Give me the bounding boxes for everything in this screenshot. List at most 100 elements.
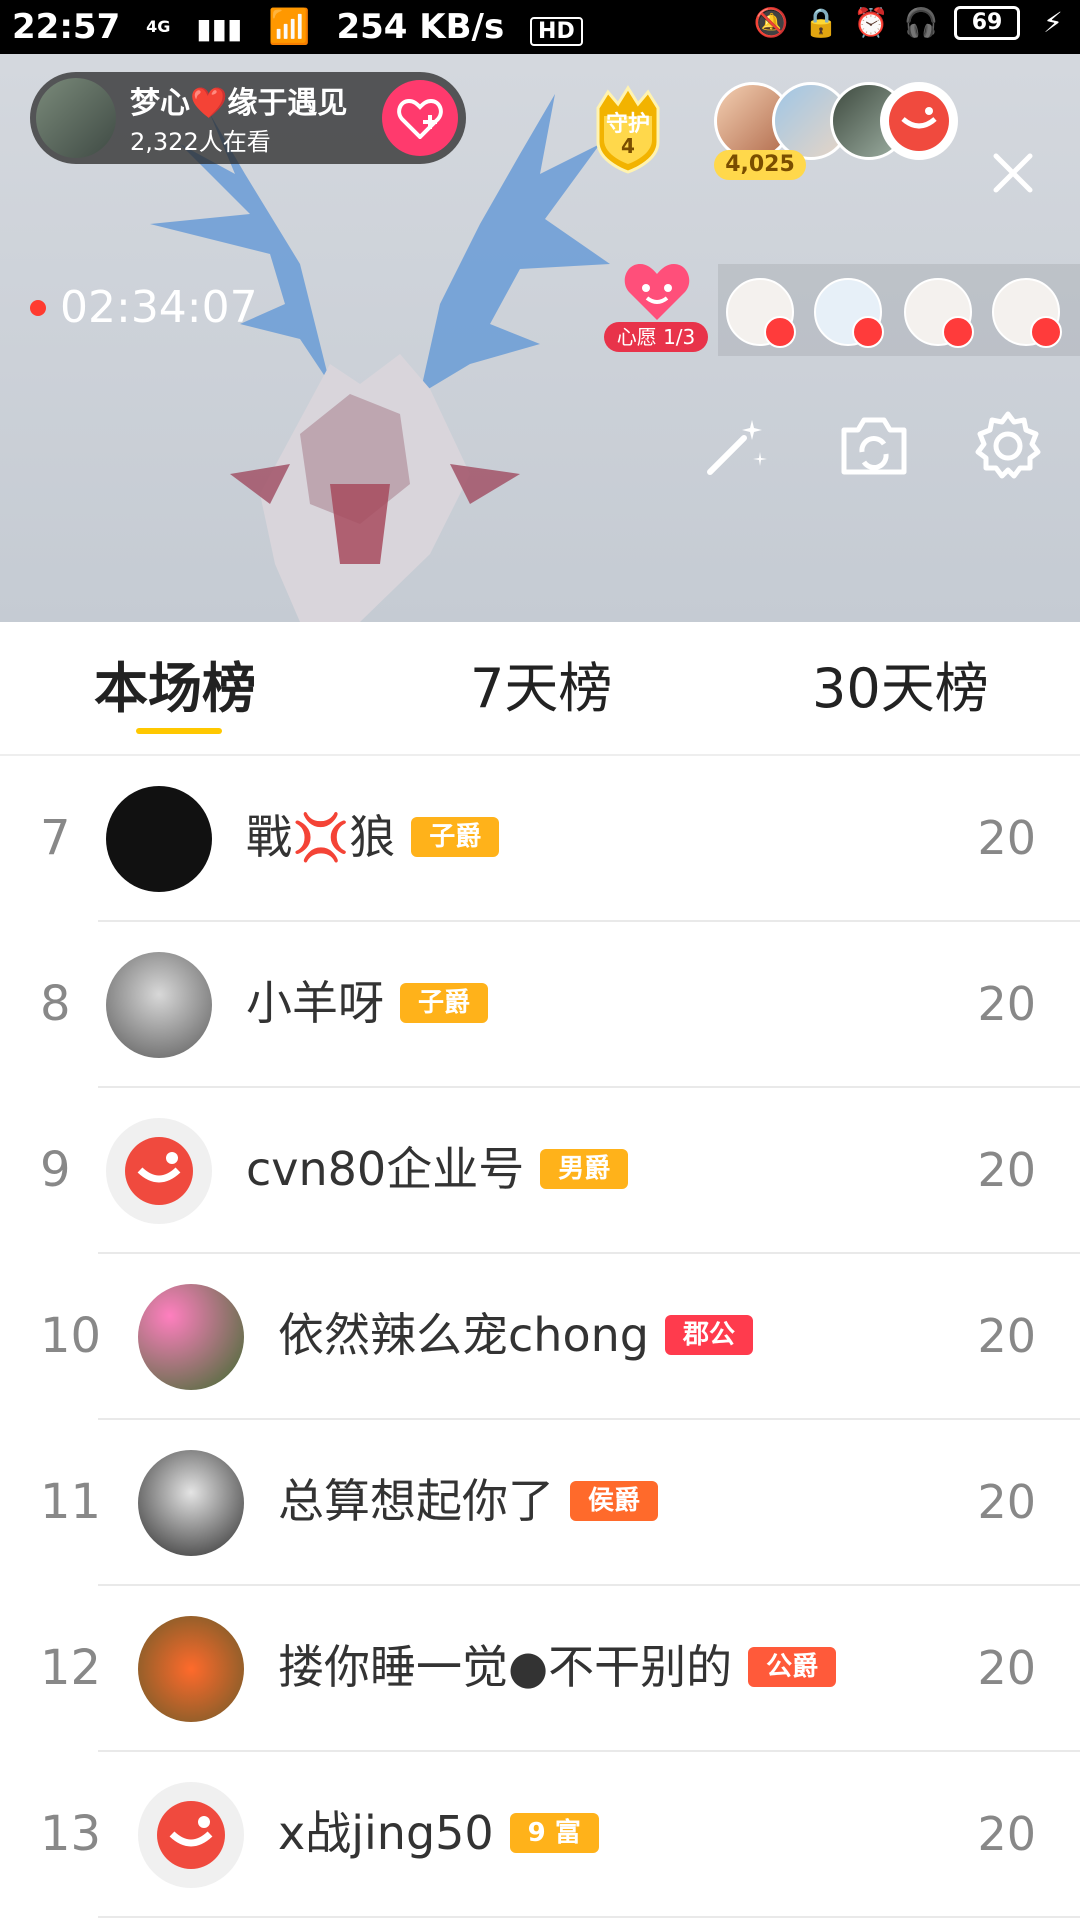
host-info-pill[interactable]: 梦心❤️缘于遇见 2,322人在看 (30, 72, 466, 164)
user-name: 戰💢狼 子爵 (246, 804, 500, 870)
wish-widget[interactable]: 心愿 1/3 (604, 260, 708, 354)
live-timer: 02:34:07 (30, 282, 258, 333)
recording-dot-icon (30, 299, 46, 316)
score: 20 (977, 1309, 1036, 1363)
guest-seats[interactable] (718, 264, 1080, 356)
rank-badge: 9 富 (509, 1813, 599, 1853)
user-name: x战jing50 9 富 (278, 1800, 599, 1866)
user-name-text: 小羊呀 (246, 976, 384, 1030)
live-stream-view[interactable]: 梦心❤️缘于遇见 2,322人在看 守护 4 4,025 02:34:07 心愿… (0, 54, 1080, 622)
user-name: 依然辣么宠chong 郡公 (278, 1302, 753, 1368)
tab-30-days[interactable]: 30天榜 (812, 644, 989, 723)
net-speed: 254 KB/s (336, 7, 505, 47)
rank-number: 11 (40, 1474, 102, 1530)
avatar[interactable] (138, 1782, 244, 1888)
ranking-tabs: 本场榜 7天榜 30天榜 (0, 622, 1080, 756)
user-name-text: 依然辣么宠chong (278, 1308, 649, 1362)
tab-this-session[interactable]: 本场榜 (94, 644, 256, 723)
list-item[interactable]: 10 依然辣么宠chong 郡公 20 (0, 1254, 1080, 1420)
list-item[interactable]: 12 搂你睡一觉●不干别的 公爵 20 (0, 1586, 1080, 1752)
guest-seat[interactable] (726, 278, 796, 348)
weibo-logo-icon (157, 1801, 225, 1869)
status-right: 🔕 🔒 ⏰ 🎧 69 ⚡ (754, 6, 1070, 40)
user-name-text: 搂你睡一觉●不干别的 (278, 1640, 733, 1694)
alarm-icon: ⏰ (853, 6, 889, 39)
viewer-count: 2,322人在看 (130, 128, 271, 156)
avatar[interactable] (138, 1616, 244, 1722)
host-avatar[interactable] (36, 78, 116, 158)
charging-icon: ⚡ (1043, 6, 1063, 39)
guest-seat[interactable] (904, 278, 974, 348)
list-item[interactable]: 11 总算想起你了 侯爵 20 (0, 1420, 1080, 1586)
status-left: 22:57 4G ▮▮▮ 📶 254 KB/s HD (12, 8, 597, 51)
guest-seat[interactable] (992, 278, 1062, 348)
rank-number: 8 (40, 976, 71, 1032)
timer-text: 02:34:07 (60, 282, 258, 333)
list-item[interactable]: 9 cvn80企业号 男爵 20 (0, 1088, 1080, 1254)
status-time: 22:57 (12, 7, 121, 47)
top-viewer-avatar[interactable] (880, 82, 958, 160)
smiling-heart-icon (624, 264, 690, 320)
rank-number: 9 (40, 1142, 71, 1198)
rank-number: 13 (40, 1806, 102, 1862)
hd-icon: HD (530, 17, 583, 46)
user-name: 搂你睡一觉●不干别的 公爵 (278, 1634, 837, 1700)
seat-icon (852, 316, 884, 348)
avatar[interactable] (138, 1284, 244, 1390)
top-viewers[interactable]: 4,025 (714, 78, 958, 180)
list-item[interactable]: 8 小羊呀 子爵 20 (0, 922, 1080, 1088)
seat-icon (1030, 316, 1062, 348)
divider (98, 1916, 1080, 1918)
magic-wand-icon[interactable] (696, 408, 772, 484)
user-name: 小羊呀 子爵 (246, 970, 489, 1036)
tab-indicator (136, 728, 222, 734)
rank-badge: 子爵 (411, 817, 500, 857)
list-item[interactable]: 7 戰💢狼 子爵 20 (0, 756, 1080, 922)
avatar[interactable] (106, 952, 212, 1058)
score: 20 (977, 1641, 1036, 1695)
user-name: 总算想起你了 侯爵 (278, 1468, 659, 1534)
guest-seat[interactable] (814, 278, 884, 348)
list-item[interactable]: 13 x战jing50 9 富 20 (0, 1752, 1080, 1918)
score: 20 (977, 1807, 1036, 1861)
camera-switch-icon[interactable] (836, 408, 912, 484)
rank-badge: 子爵 (400, 983, 489, 1023)
wifi-icon: 📶 (268, 7, 311, 47)
gear-icon[interactable] (970, 408, 1046, 484)
seat-icon (764, 316, 796, 348)
rank-number: 10 (40, 1308, 102, 1364)
heart-plus-icon (397, 98, 443, 139)
rank-number: 12 (40, 1640, 102, 1696)
ranking-list: 7 戰💢狼 子爵 20 8 小羊呀 子爵 20 9 cvn80企业号 男爵 20… (0, 756, 1080, 1920)
coin-count: 4,025 (714, 150, 806, 180)
user-name: cvn80企业号 男爵 (246, 1136, 629, 1202)
signal-icon: ▮▮▮ (196, 12, 243, 45)
avatar[interactable] (138, 1450, 244, 1556)
battery-icon: 69 (954, 6, 1020, 40)
rank-badge: 男爵 (540, 1149, 629, 1189)
weibo-logo-icon (125, 1137, 193, 1205)
user-name-text: 戰💢狼 (246, 810, 396, 864)
wish-progress: 心愿 1/3 (604, 322, 708, 352)
live-room-screen: 22:57 4G ▮▮▮ 📶 254 KB/s HD 🔕 🔒 ⏰ 🎧 69 ⚡ (0, 0, 1080, 1920)
avatar[interactable] (106, 1118, 212, 1224)
score: 20 (977, 977, 1036, 1031)
seat-icon (942, 316, 974, 348)
host-name: 梦心❤️缘于遇见 (130, 86, 348, 121)
guard-badge[interactable]: 守护 4 (586, 82, 670, 174)
follow-button[interactable] (382, 80, 458, 156)
close-icon[interactable] (990, 150, 1036, 196)
lock-icon: 🔒 (803, 6, 839, 39)
score: 20 (977, 1475, 1036, 1529)
user-name-text: cvn80企业号 (246, 1142, 525, 1196)
avatar[interactable] (106, 786, 212, 892)
network-type: 4G (146, 17, 171, 36)
mute-bell-icon: 🔕 (753, 6, 789, 39)
user-name-text: x战jing50 (278, 1806, 494, 1860)
rank-badge: 郡公 (664, 1315, 753, 1355)
status-bar: 22:57 4G ▮▮▮ 📶 254 KB/s HD 🔕 🔒 ⏰ 🎧 69 ⚡ (0, 0, 1080, 54)
tab-7-days[interactable]: 7天榜 (470, 644, 612, 723)
rank-number: 7 (40, 810, 71, 866)
user-name-text: 总算想起你了 (278, 1474, 554, 1528)
guard-count: 4 (621, 134, 635, 158)
